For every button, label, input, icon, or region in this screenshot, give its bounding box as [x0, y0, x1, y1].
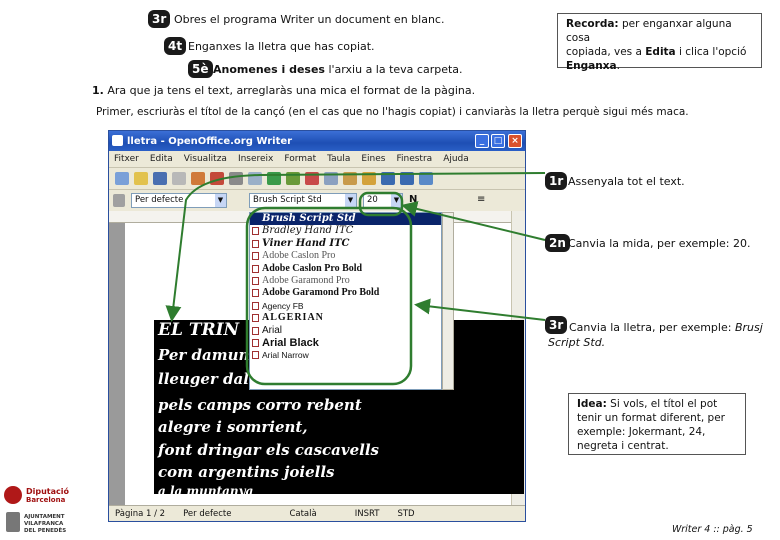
ajuntament-label-1: AJUNTAMENT [24, 514, 65, 520]
ajuntament-crest-icon [6, 512, 20, 532]
diputacio-logo-icon [4, 486, 22, 504]
ajuntament-label-3: DEL PENEDÈS [24, 528, 67, 534]
barcelona-label: Barcelona [26, 496, 66, 504]
page-number: Writer 4 :: pàg. 5 [672, 524, 753, 535]
callout-2-text: Canvia la mida, per exemple: 20. [568, 237, 751, 250]
arrow-font [414, 298, 546, 321]
arrow-size [401, 201, 546, 241]
arrow-select-text [165, 172, 546, 322]
callout-3-text: Canvia la lletra, per exemple: Brusj [569, 321, 763, 334]
font-list-highlight [245, 206, 413, 386]
diputacio-label: Diputació [26, 487, 70, 496]
callout-3-badge: 3r [545, 316, 568, 334]
idea-box: Idea: Si vols, el títol el pot tenir un … [568, 393, 746, 455]
size-highlight [358, 191, 404, 217]
callout-1-badge: 1r [545, 172, 568, 190]
callout-2-badge: 2n [545, 234, 570, 252]
ajuntament-label-2: VILAFRANCA [24, 521, 64, 527]
annotation-overlay [165, 172, 546, 386]
callout-1-text: Assenyala tot el text. [568, 175, 685, 188]
callout-3-text-cont: Script Std. [548, 336, 606, 349]
